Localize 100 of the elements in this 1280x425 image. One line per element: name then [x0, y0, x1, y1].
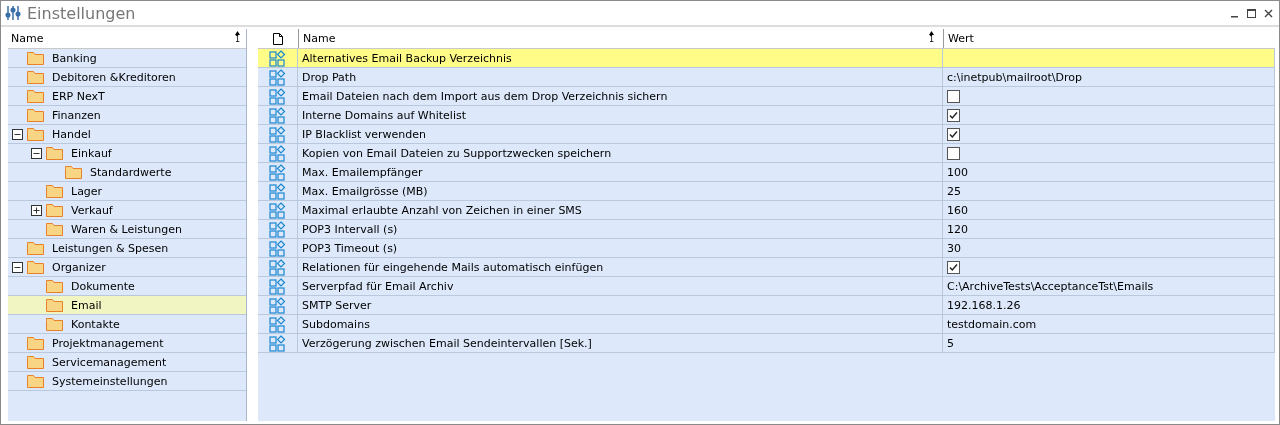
- setting-name: Max. Emailempfänger: [301, 164, 424, 181]
- tree-item[interactable]: Finanzen: [8, 106, 246, 125]
- maximize-icon[interactable]: [1247, 8, 1256, 18]
- setting-value: C:\ArchiveTests\AcceptanceTst\Emails: [947, 279, 1154, 293]
- folder-icon: [27, 127, 44, 141]
- settings-row[interactable]: Interne Domains auf Whitelist: [258, 106, 1275, 125]
- tree-item[interactable]: Projektmanagement: [8, 334, 246, 353]
- setting-value: 192.168.1.26: [947, 298, 1021, 312]
- settings-row[interactable]: SMTP Server 192.168.1.26: [258, 296, 1275, 315]
- tree-item[interactable]: Waren & Leistungen: [8, 220, 246, 239]
- setting-value: 160: [947, 203, 968, 217]
- checkbox[interactable]: [947, 89, 960, 103]
- setting-name: Serverpfad für Email Archiv: [301, 278, 455, 295]
- folder-icon: [27, 355, 44, 369]
- setting-value: c:\inetpub\mailroot\Drop: [947, 70, 1082, 84]
- folder-icon: [27, 336, 44, 350]
- setting-value: 25: [947, 184, 961, 198]
- tree-item[interactable]: ERP NexT: [8, 87, 246, 106]
- tree-item[interactable]: Banking: [8, 49, 246, 68]
- setting-name: Alternatives Email Backup Verzeichnis: [301, 50, 513, 67]
- setting-value: 5: [947, 336, 954, 350]
- setting-name: Interne Domains auf Whitelist: [301, 107, 467, 124]
- folder-icon: [27, 374, 44, 388]
- property-icon: [269, 87, 286, 105]
- settings-row[interactable]: Subdomains testdomain.com: [258, 315, 1275, 334]
- tree-item[interactable]: Leistungen & Spesen: [8, 239, 246, 258]
- folder-icon: [27, 260, 44, 274]
- tree-item[interactable]: Standardwerte: [8, 163, 246, 182]
- folder-icon: [27, 89, 44, 103]
- expand-icon[interactable]: [31, 204, 42, 216]
- sort-indicator: 1: [929, 31, 935, 44]
- tree-item[interactable]: Email: [8, 296, 246, 315]
- collapse-icon[interactable]: [31, 147, 42, 159]
- property-icon: [269, 68, 286, 86]
- settings-row[interactable]: POP3 Intervall (s) 120: [258, 220, 1275, 239]
- collapse-icon[interactable]: [12, 261, 23, 273]
- setting-name: Max. Emailgrösse (MB): [301, 183, 429, 200]
- property-icon: [269, 296, 286, 314]
- tree-item[interactable]: Kontakte: [8, 315, 246, 334]
- tree-item[interactable]: Einkauf: [8, 144, 246, 163]
- setting-value: 30: [947, 241, 961, 255]
- settings-row[interactable]: Serverpfad für Email Archiv C:\ArchiveTests\AcceptanceTst\Emails: [258, 277, 1275, 296]
- settings-row[interactable]: Max. Emailempfänger 100: [258, 163, 1275, 182]
- window-title: Einstellungen: [27, 3, 136, 23]
- sliders-icon: [5, 5, 21, 21]
- property-icon: [269, 220, 286, 238]
- tree-item[interactable]: Debitoren &Kreditoren: [8, 68, 246, 87]
- tree-item[interactable]: Systemeinstellungen: [8, 372, 246, 391]
- checkbox[interactable]: [947, 260, 960, 274]
- setting-value: 120: [947, 222, 968, 236]
- settings-row[interactable]: IP Blacklist verwenden: [258, 125, 1275, 144]
- folder-icon: [27, 70, 44, 84]
- collapse-icon[interactable]: [12, 128, 23, 140]
- settings-row[interactable]: Kopien von Email Dateien zu Supportzwecken speichern: [258, 144, 1275, 163]
- setting-name: Maximal erlaubte Anzahl von Zeichen in einer SMS: [301, 202, 583, 219]
- settings-row[interactable]: Verzögerung zwischen Email Sendeintervallen [Sek.] 5: [258, 334, 1275, 353]
- tree-item[interactable]: Organizer: [8, 258, 246, 277]
- folder-icon: [65, 165, 82, 179]
- setting-name: Email Dateien nach dem Import aus dem Drop Verzeichnis sichern: [301, 88, 669, 105]
- setting-name: Verzögerung zwischen Email Sendeintervallen [Sek.]: [301, 335, 593, 352]
- setting-name: POP3 Timeout (s): [301, 240, 399, 257]
- property-icon: [269, 125, 286, 143]
- folder-icon: [46, 146, 63, 160]
- setting-name: Relationen für eingehende Mails automatisch einfügen: [301, 259, 605, 276]
- settings-row[interactable]: Relationen für eingehende Mails automatisch einfügen: [258, 258, 1275, 277]
- settings-row[interactable]: Drop Path c:\inetpub\mailroot\Drop: [258, 68, 1275, 87]
- setting-name: Subdomains: [301, 316, 371, 333]
- property-icon: [269, 201, 286, 219]
- checkbox[interactable]: [947, 108, 960, 122]
- setting-value: 100: [947, 165, 968, 179]
- setting-value: testdomain.com: [947, 317, 1037, 331]
- tree-item[interactable]: Servicemanagement: [8, 353, 246, 372]
- tree-item[interactable]: Verkauf: [8, 201, 246, 220]
- property-icon: [269, 163, 286, 181]
- folder-icon: [46, 203, 63, 217]
- property-icon: [269, 182, 286, 200]
- property-icon: [269, 239, 286, 257]
- property-icon: [269, 315, 286, 333]
- folder-icon: [27, 241, 44, 255]
- tree-item[interactable]: Handel: [8, 125, 246, 144]
- checkbox[interactable]: [947, 127, 960, 141]
- settings-row[interactable]: Max. Emailgrösse (MB) 25: [258, 182, 1275, 201]
- close-icon[interactable]: [1264, 8, 1273, 18]
- settings-row[interactable]: POP3 Timeout (s) 30: [258, 239, 1275, 258]
- settings-row[interactable]: Alternatives Email Backup Verzeichnis: [258, 49, 1275, 68]
- setting-name: Kopien von Email Dateien zu Supportzwecken speichern: [301, 145, 613, 162]
- settings-row[interactable]: Email Dateien nach dem Import aus dem Drop Verzeichnis sichern: [258, 87, 1275, 106]
- property-icon: [269, 277, 286, 295]
- tree-item[interactable]: Lager: [8, 182, 246, 201]
- settings-row[interactable]: Maximal erlaubte Anzahl von Zeichen in einer SMS 160: [258, 201, 1275, 220]
- setting-name: POP3 Intervall (s): [301, 221, 399, 238]
- folder-icon: [46, 298, 63, 312]
- column-header[interactable]: Wert: [943, 29, 1275, 48]
- checkbox[interactable]: [947, 146, 960, 160]
- property-icon: [269, 106, 286, 124]
- folder-icon: [27, 51, 44, 65]
- column-header[interactable]: Name: [8, 32, 44, 45]
- folder-icon: [27, 108, 44, 122]
- setting-name: Drop Path: [301, 69, 358, 86]
- sort-indicator: 1: [234, 31, 240, 44]
